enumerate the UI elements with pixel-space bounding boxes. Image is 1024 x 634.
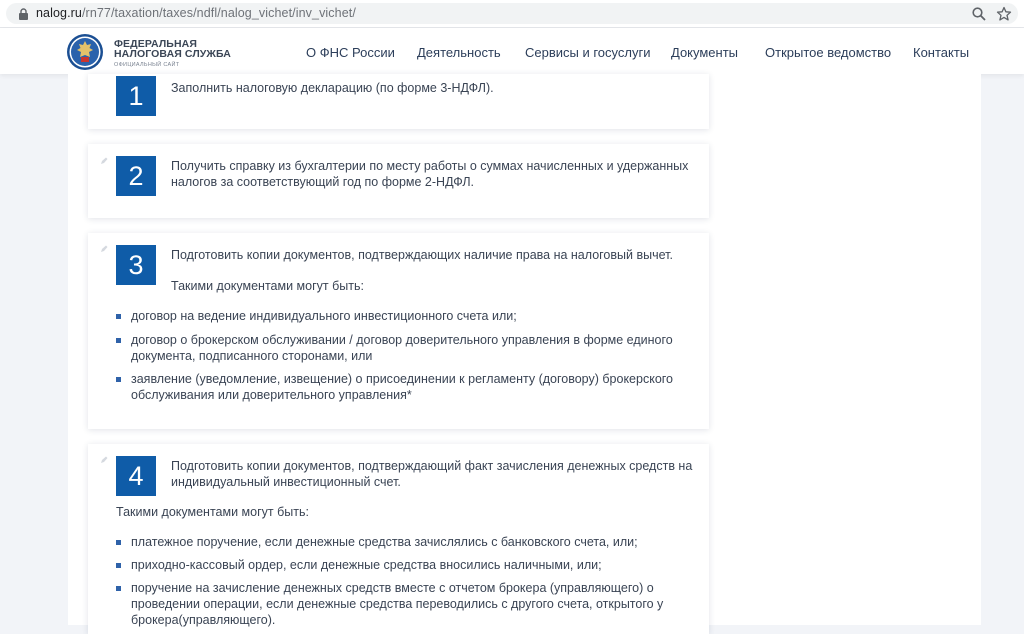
list-item: приходно-кассовый ордер, если денежные с… [131,558,602,572]
bullet-marker [116,586,121,591]
step-subtitle: Такими документами могут быть: [171,279,364,293]
step-subtitle: Такими документами могут быть: [116,505,309,519]
list-item: заявление (уведомление, извещение) о при… [131,372,674,386]
list-item-continuation: проведении операции, если денежные средс… [131,597,664,611]
main-nav: О ФНС России Деятельность Сервисы и госу… [0,45,1024,61]
step-text-line-2: индивидуальный инвестиционный счет. [171,475,401,489]
star-icon[interactable] [996,6,1012,22]
url-text: nalog.ru/rn77/taxation/taxes/ndfl/nalog_… [36,6,356,20]
nav-documents[interactable]: Документы [671,45,738,60]
step-number-badge: 4 [116,456,156,496]
list-item: договор о брокерском обслуживании / дого… [131,333,673,347]
list-item: платежное поручение, если денежные средс… [131,535,638,549]
step-number-badge: 3 [116,245,156,285]
nav-activity[interactable]: Деятельность [417,45,501,60]
pencil-icon [101,245,108,252]
bullet-marker [116,563,121,568]
step-text-line-2: налогов за соответствующий год по форме … [171,175,475,189]
bullet-marker [116,338,121,343]
bullet-marker [116,540,121,545]
list-item-continuation: брокера(управляющего). [131,613,276,627]
nav-about[interactable]: О ФНС России [306,45,395,60]
step-text: Заполнить налоговую декларацию (по форме… [171,81,494,95]
browser-address-bar: nalog.ru/rn77/taxation/taxes/ndfl/nalog_… [0,0,1024,28]
step-card-2: 2 Получить справку из бухгалтерии по мес… [88,144,709,218]
brand-line-3: ОФИЦИАЛЬНЫЙ САЙТ [114,62,180,68]
step-card-3: 3 Подготовить копии документов, подтверж… [88,233,709,429]
list-item: договор на ведение индивидуального инвес… [131,309,517,323]
step-number-badge: 1 [116,76,156,116]
step-text: Подготовить копии документов, подтвержда… [171,248,673,262]
zoom-icon[interactable] [971,6,987,22]
url-host: nalog.ru [36,6,82,20]
nav-contacts[interactable]: Контакты [913,45,969,60]
pencil-icon [101,157,108,164]
step-number-badge: 2 [116,156,156,196]
step-text-line-1: Подготовить копии документов, подтвержда… [171,459,693,473]
list-item: поручение на зачисление денежных средств… [131,581,654,595]
step-card-4: 4 Подготовить копии документов, подтверж… [88,444,709,634]
step-text-line-1: Получить справку из бухгалтерии по месту… [171,159,689,173]
step-card-1: 1 Заполнить налоговую декларацию (по фор… [88,74,709,129]
url-field[interactable]: nalog.ru/rn77/taxation/taxes/ndfl/nalog_… [6,3,1018,24]
site-header: ФЕДЕРАЛЬНАЯ НАЛОГОВАЯ СЛУЖБА ОФИЦИАЛЬНЫЙ… [0,28,1024,74]
lock-icon [19,8,28,20]
list-item-continuation: документа, подписанного сторонами, или [131,349,373,363]
list-item-continuation: обслуживания или доверительного управлен… [131,388,412,402]
nav-open-agency[interactable]: Открытое ведомство [765,45,891,60]
bullet-marker [116,314,121,319]
pencil-icon [101,456,108,463]
url-path: /rn77/taxation/taxes/ndfl/nalog_vichet/i… [81,6,356,20]
nav-services[interactable]: Сервисы и госуслуги [525,45,650,60]
bullet-marker [116,377,121,382]
